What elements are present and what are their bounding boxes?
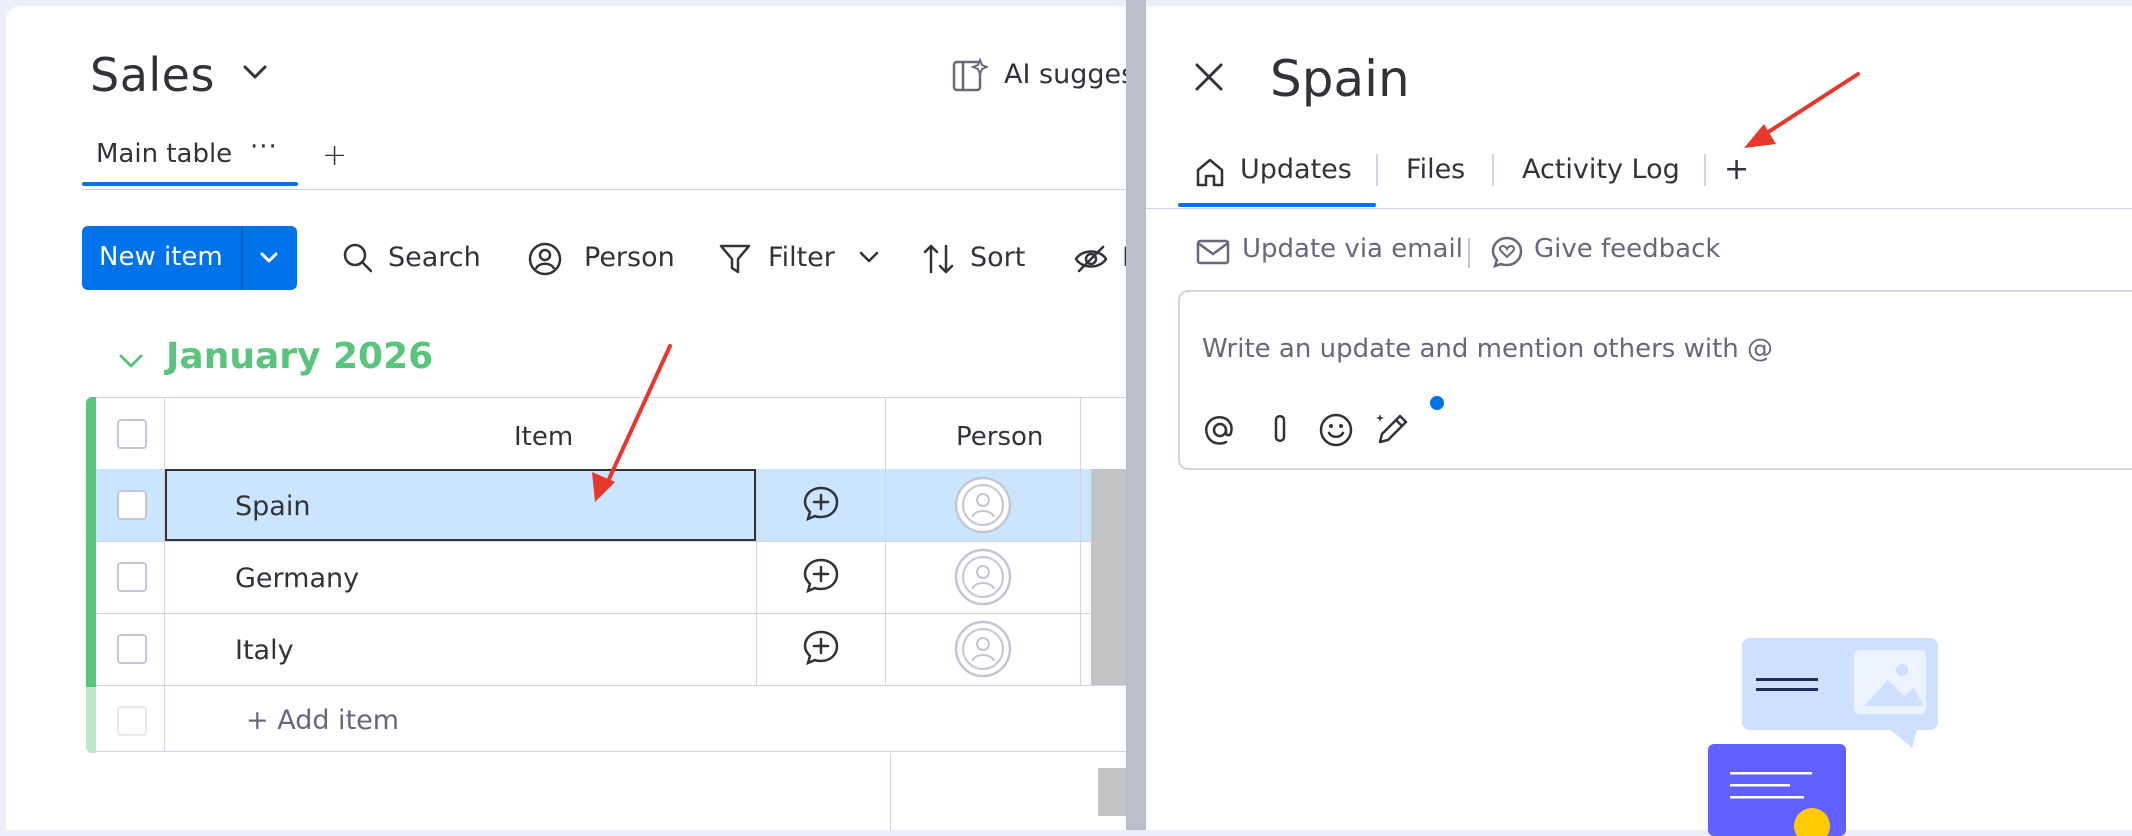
annotation-arrow	[1744, 72, 1860, 148]
annotation-arrow	[592, 344, 672, 502]
panel-shadow	[1126, 0, 1146, 830]
item-detail-panel: Spain Updates Files Activity Log + Updat…	[1146, 6, 2132, 836]
board-area: Sales AI sugges Main table ··· + New ite…	[6, 6, 1146, 830]
